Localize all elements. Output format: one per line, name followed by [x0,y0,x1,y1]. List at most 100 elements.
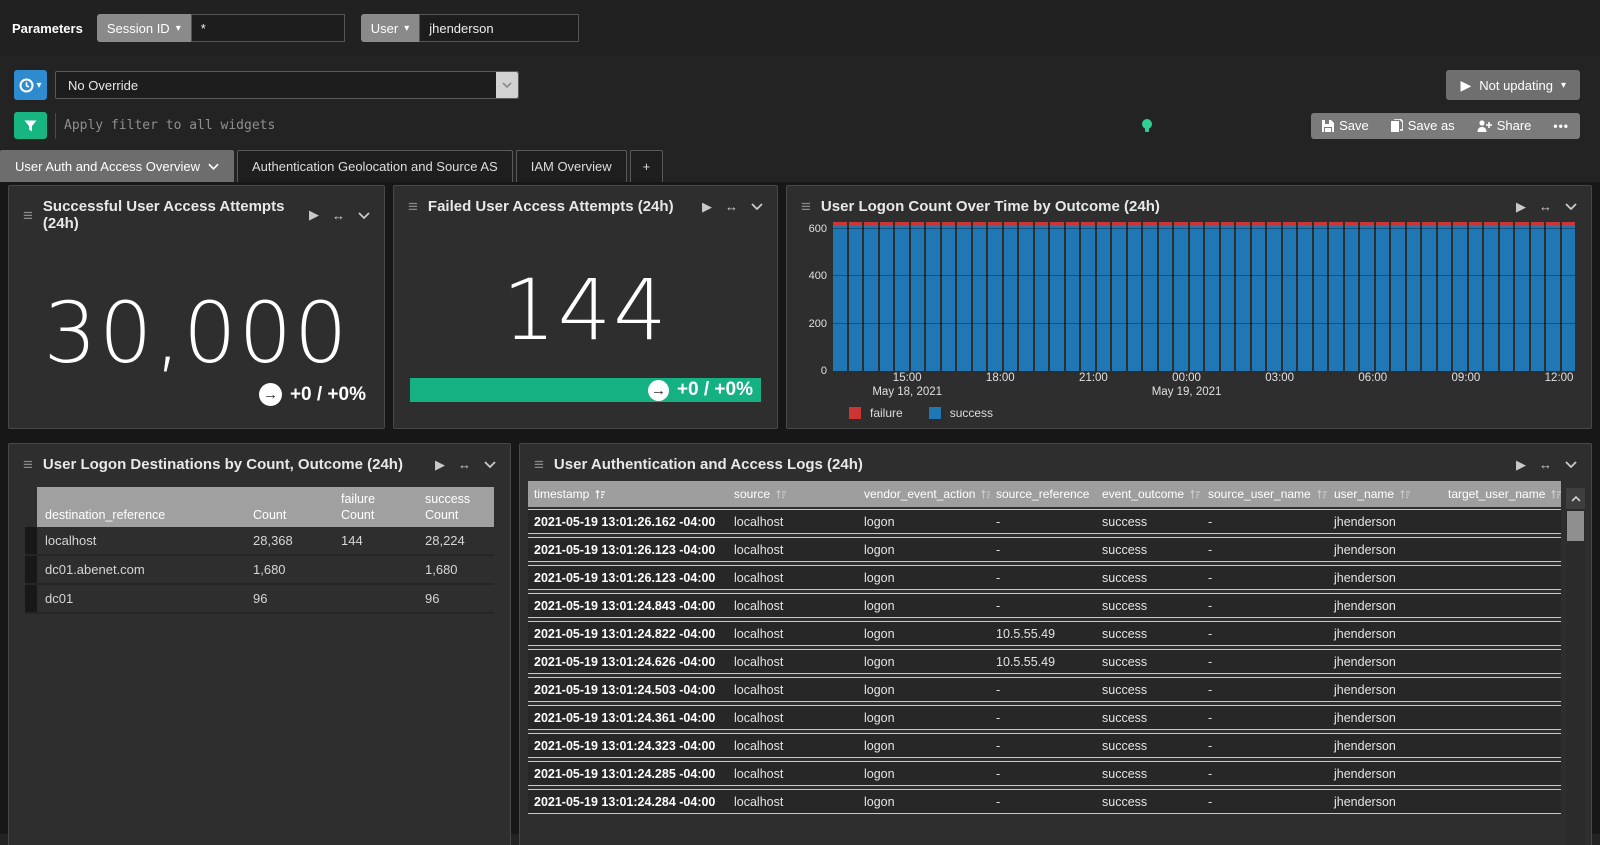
not-updating-button[interactable]: ▶ Not updating ▾ [1446,70,1580,100]
chart-bar [895,222,909,371]
widget-play-icon[interactable]: ▶ [435,457,445,473]
column-header[interactable]: success [417,487,494,507]
time-override-select[interactable]: No Override [55,71,519,99]
vertical-scrollbar[interactable] [1566,488,1585,845]
row-handle[interactable] [25,527,37,555]
column-header[interactable]: Count [417,507,494,527]
table-row[interactable]: 2021-05-19 13:01:26.162 -04:00localhostl… [528,509,1561,534]
table-row[interactable]: dc01.abenet.com1,6801,680 [25,555,494,584]
sort-icon[interactable] [1095,489,1096,500]
cell-user_name: jhenderson [1328,599,1442,613]
column-header-target_user_name[interactable]: target_user_name [1442,487,1561,501]
table-row[interactable]: 2021-05-19 13:01:24.284 -04:00localhostl… [528,789,1561,814]
column-header[interactable]: Count [245,507,333,527]
sort-icon[interactable] [1190,489,1200,500]
table-row[interactable]: 2021-05-19 13:01:26.123 -04:00localhostl… [528,537,1561,562]
widget-play-icon[interactable]: ▶ [1516,199,1526,215]
cell-source_reference: - [990,543,1096,557]
sort-icon[interactable] [1400,489,1410,500]
widget-collapse-icon[interactable] [484,461,496,468]
widget-expand-icon[interactable]: ↔ [1539,457,1552,472]
legend-item[interactable]: failure [849,406,903,420]
column-header[interactable]: destination_reference [37,507,245,527]
cell-source_reference: 10.5.55.49 [990,655,1096,669]
widget-collapse-icon[interactable] [1565,461,1577,468]
table-row[interactable]: dc019696 [25,584,494,613]
tab-4[interactable]: + [630,150,664,182]
table-row[interactable]: 2021-05-19 13:01:24.285 -04:00localhostl… [528,761,1561,786]
column-header-source_reference[interactable]: source_reference [990,487,1096,501]
save-button[interactable]: Save [1311,113,1380,139]
column-header[interactable] [245,487,333,507]
y-tick-label: 600 [809,223,827,235]
scroll-up-button[interactable] [1566,488,1585,509]
table-row[interactable]: 2021-05-19 13:01:24.626 -04:00localhostl… [528,649,1561,674]
cell-source_user_name: - [1202,711,1328,725]
chart-plot-area [833,219,1575,371]
row-handle[interactable] [25,555,37,584]
chart-x-axis: 15:0018:0021:0000:0003:0006:0009:0012:00 [833,371,1575,386]
widget-menu-icon[interactable]: ≡ [408,198,418,215]
cell-vendor_event_action: logon [858,543,990,557]
widget-collapse-icon[interactable] [358,212,370,219]
table-row[interactable]: 2021-05-19 13:01:24.822 -04:00localhostl… [528,621,1561,646]
table-row[interactable]: localhost28,36814428,224 [25,527,494,555]
table-row[interactable]: 2021-05-19 13:01:24.361 -04:00localhostl… [528,705,1561,730]
legend-item[interactable]: success [929,406,993,420]
chart-bar [1174,222,1188,371]
more-options-button[interactable]: ••• [1542,113,1580,139]
sort-icon[interactable] [595,489,605,500]
widget-expand-icon[interactable]: ↔ [1539,199,1552,214]
widget-menu-icon[interactable]: ≡ [534,456,544,473]
filter-input[interactable] [55,113,1135,139]
save-as-button[interactable]: Save as [1380,113,1466,139]
widget-play-icon[interactable]: ▶ [702,199,712,215]
chart-bar [1050,222,1064,371]
user-input[interactable] [419,14,579,42]
cell-timestamp: 2021-05-19 13:01:24.503 -04:00 [528,683,728,697]
sort-icon[interactable] [1317,489,1327,500]
user-dropdown[interactable]: User ▾ [361,14,419,42]
tab-2[interactable]: Authentication Geolocation and Source AS [237,150,513,182]
cell-event_outcome: success [1096,683,1202,697]
scroll-thumb[interactable] [1567,511,1584,541]
sort-icon[interactable] [1551,489,1561,500]
widget-play-icon[interactable]: ▶ [309,207,319,223]
table-row[interactable]: 2021-05-19 13:01:24.323 -04:00localhostl… [528,733,1561,758]
cell-source_user_name: - [1202,627,1328,641]
column-header[interactable] [37,487,245,507]
cell-source: localhost [728,599,858,613]
column-header[interactable]: Count [333,507,417,527]
widget-expand-icon[interactable]: ↔ [332,208,345,223]
sort-icon[interactable] [776,489,786,500]
chart-bar [942,222,956,371]
tab-3[interactable]: IAM Overview [516,150,627,182]
row-handle[interactable] [25,584,37,613]
widget-menu-icon[interactable]: ≡ [23,456,33,473]
widget-expand-icon[interactable]: ↔ [725,199,738,214]
column-header-user_name[interactable]: user_name [1328,487,1442,501]
session-id-input[interactable] [191,14,345,42]
session-id-dropdown[interactable]: Session ID ▾ [97,14,191,42]
widget-menu-icon[interactable]: ≡ [23,207,33,224]
widget-collapse-icon[interactable] [1565,203,1577,210]
tab-1[interactable]: User Auth and Access Overview [0,150,234,182]
time-range-button[interactable]: ▾ [14,70,47,100]
widget-play-icon[interactable]: ▶ [1516,457,1526,473]
column-header-source[interactable]: source [728,487,858,501]
table-row[interactable]: 2021-05-19 13:01:26.123 -04:00localhostl… [528,565,1561,590]
share-button[interactable]: Share [1466,113,1543,139]
sort-icon[interactable] [981,489,990,500]
column-header[interactable]: failure [333,487,417,507]
table-row[interactable]: 2021-05-19 13:01:24.503 -04:00localhostl… [528,677,1561,702]
widget-menu-icon[interactable]: ≡ [801,198,811,215]
column-header-event_outcome[interactable]: event_outcome [1096,487,1202,501]
column-header-source_user_name[interactable]: source_user_name [1202,487,1328,501]
table-row[interactable]: 2021-05-19 13:01:24.843 -04:00localhostl… [528,593,1561,618]
widget-collapse-icon[interactable] [751,203,763,210]
widget-expand-icon[interactable]: ↔ [458,457,471,472]
column-header-timestamp[interactable]: timestamp [528,487,728,501]
filter-button[interactable] [14,112,47,139]
column-header-vendor_event_action[interactable]: vendor_event_action [858,487,990,501]
lightbulb-icon[interactable] [1141,118,1153,134]
